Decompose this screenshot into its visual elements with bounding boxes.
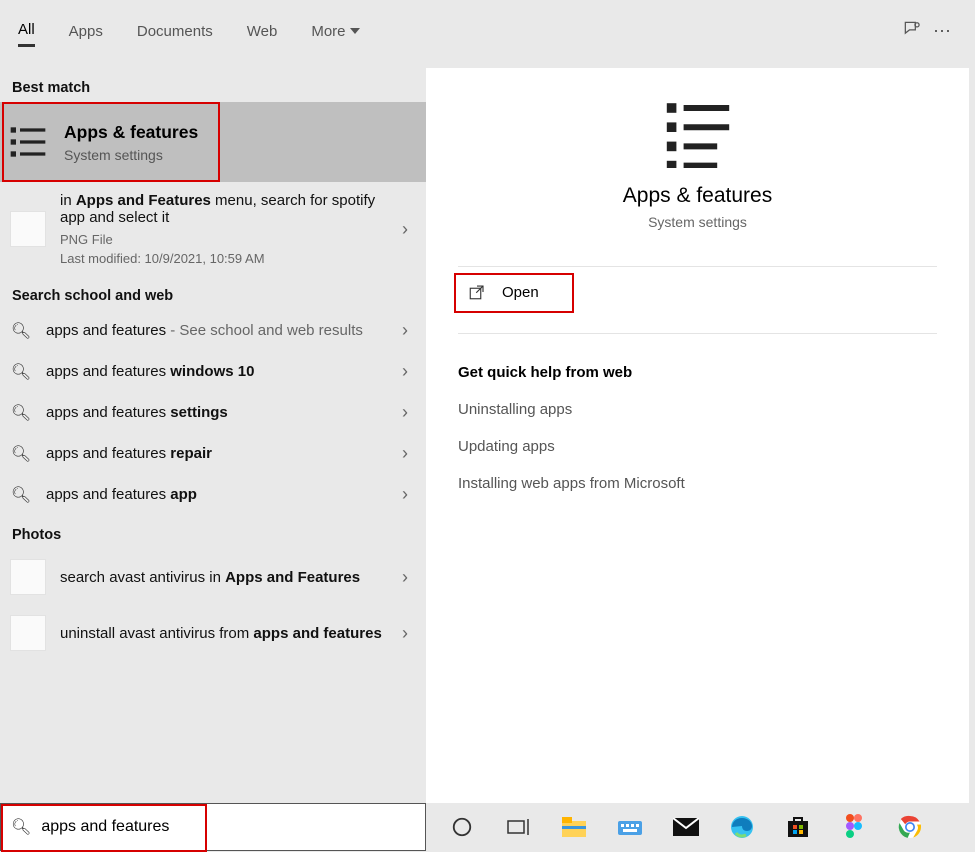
photo-thumbnail-icon — [10, 559, 46, 595]
photo-result-1[interactable]: uninstall avast antivirus from apps and … — [0, 605, 426, 661]
web-result-4[interactable]: 🔍︎ apps and features app › — [0, 474, 426, 515]
open-icon — [468, 283, 486, 301]
help-link-uninstalling[interactable]: Uninstalling apps — [426, 391, 969, 428]
apps-features-large-icon — [658, 96, 738, 168]
help-link-updating[interactable]: Updating apps — [426, 428, 969, 465]
chevron-right-icon[interactable]: › — [396, 219, 414, 240]
apps-features-icon — [8, 122, 48, 162]
chevron-right-icon[interactable]: › — [396, 623, 414, 644]
search-icon: 🔍︎ — [10, 403, 32, 423]
web-result-3[interactable]: 🔍︎ apps and features repair › — [0, 433, 426, 474]
preview-pane: Apps & features System settings Open Get… — [426, 68, 969, 803]
section-photos: Photos — [0, 515, 426, 549]
tab-web[interactable]: Web — [247, 17, 278, 46]
web-result-1[interactable]: 🔍︎ apps and features windows 10 › — [0, 351, 426, 392]
best-match-subtitle: System settings — [64, 147, 198, 163]
chevron-right-icon[interactable]: › — [396, 443, 414, 464]
search-icon: 🔍︎ — [10, 485, 32, 505]
figma-icon[interactable] — [838, 811, 870, 843]
section-school-web: Search school and web — [0, 276, 426, 310]
web-result-2[interactable]: 🔍︎ apps and features settings › — [0, 392, 426, 433]
mail-icon[interactable] — [670, 811, 702, 843]
open-action[interactable]: Open — [458, 277, 937, 307]
task-view-icon[interactable] — [502, 811, 534, 843]
search-icon: 🔍︎ — [11, 817, 31, 837]
cortana-icon[interactable] — [446, 811, 478, 843]
chrome-icon[interactable] — [894, 811, 926, 843]
file-result-title: in Apps and Features menu, search for sp… — [60, 192, 382, 226]
tab-more-label: More — [311, 23, 345, 40]
chevron-right-icon[interactable]: › — [396, 320, 414, 341]
file-thumbnail-icon — [10, 211, 46, 247]
search-icon: 🔍︎ — [10, 321, 32, 341]
best-match-result[interactable]: Apps & features System settings — [0, 102, 426, 182]
results-pane: Best match Apps & features System settin… — [0, 62, 426, 803]
tab-all[interactable]: All — [18, 15, 35, 47]
store-icon[interactable] — [782, 811, 814, 843]
chevron-down-icon — [350, 28, 360, 34]
web-result-0[interactable]: 🔍︎ apps and features - See school and we… — [0, 310, 426, 351]
photo-result-0[interactable]: search avast antivirus in Apps and Featu… — [0, 549, 426, 605]
search-input[interactable] — [41, 818, 415, 836]
chevron-right-icon[interactable]: › — [396, 567, 414, 588]
photo-thumbnail-icon — [10, 615, 46, 651]
touch-keyboard-icon[interactable] — [614, 811, 646, 843]
file-explorer-icon[interactable] — [558, 811, 590, 843]
taskbar — [426, 803, 975, 851]
open-label: Open — [502, 284, 539, 301]
search-bar[interactable]: 🔍︎ — [0, 803, 426, 851]
search-icon: 🔍︎ — [10, 444, 32, 464]
help-link-installing-web[interactable]: Installing web apps from Microsoft — [426, 465, 969, 502]
preview-title: Apps & features — [623, 184, 772, 208]
edge-icon[interactable] — [726, 811, 758, 843]
file-result-modified: Last modified: 10/9/2021, 10:59 AM — [60, 251, 382, 266]
feedback-icon[interactable] — [897, 19, 927, 44]
tab-apps[interactable]: Apps — [69, 17, 103, 46]
search-scope-tabs: All Apps Documents Web More ⋯ — [0, 0, 975, 62]
more-options-icon[interactable]: ⋯ — [927, 21, 957, 42]
file-result-type: PNG File — [60, 232, 382, 247]
chevron-right-icon[interactable]: › — [396, 361, 414, 382]
file-result[interactable]: in Apps and Features menu, search for sp… — [0, 182, 426, 276]
tab-documents[interactable]: Documents — [137, 17, 213, 46]
preview-subtitle: System settings — [648, 214, 747, 230]
best-match-title: Apps & features — [64, 122, 198, 143]
tab-more[interactable]: More — [311, 17, 359, 46]
help-header: Get quick help from web — [426, 334, 969, 391]
search-icon: 🔍︎ — [10, 362, 32, 382]
chevron-right-icon[interactable]: › — [396, 484, 414, 505]
section-best-match: Best match — [0, 68, 426, 102]
chevron-right-icon[interactable]: › — [396, 402, 414, 423]
